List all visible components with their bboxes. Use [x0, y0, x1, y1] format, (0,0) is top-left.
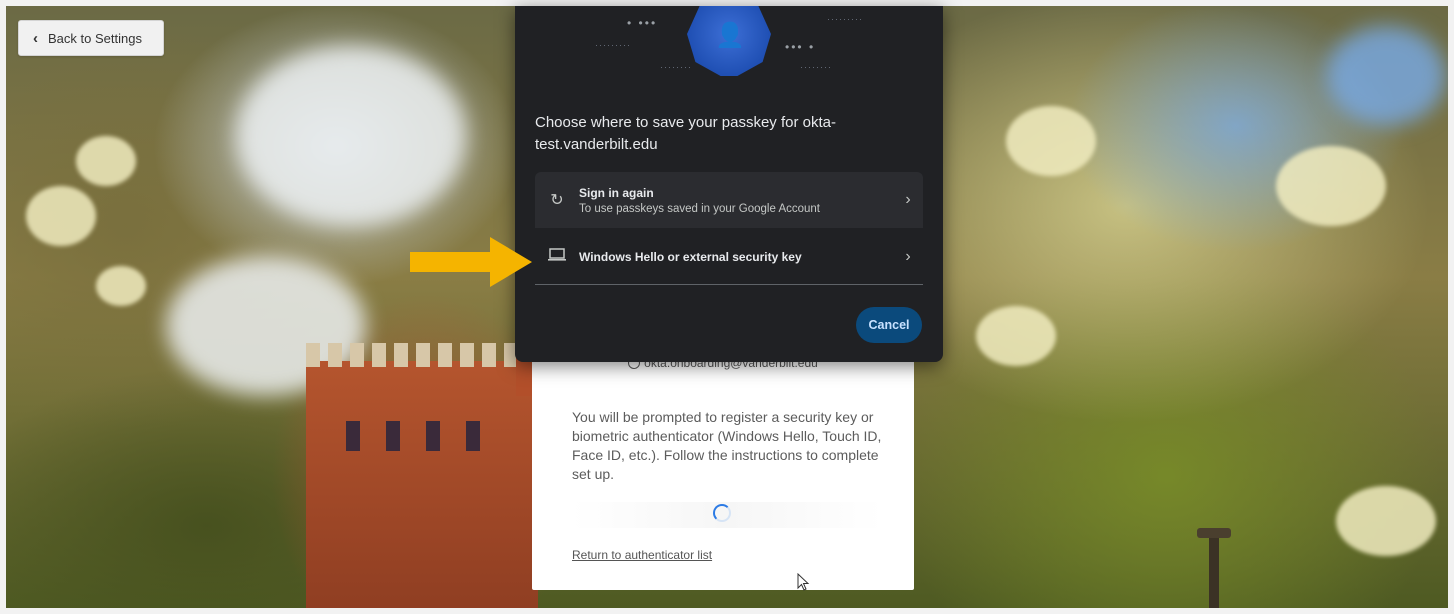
- instructions-text: You will be prompted to register a secur…: [572, 409, 882, 482]
- divider: [535, 284, 923, 285]
- laptop-icon: [535, 247, 579, 267]
- option-windows-hello[interactable]: Windows Hello or external security key ›: [535, 230, 923, 284]
- dialog-hero: • ••• ········· ········ 👤 ••• • ·······…: [515, 6, 943, 86]
- return-to-authenticator-list-link[interactable]: Return to authenticator list: [572, 548, 712, 562]
- chevron-left-icon: ‹: [33, 29, 38, 47]
- loading-spinner-icon: [713, 504, 731, 522]
- back-to-settings-label: Back to Settings: [48, 30, 142, 46]
- chevron-right-icon: ›: [905, 248, 911, 265]
- campus-tower: [306, 343, 538, 608]
- passkey-person-key-icon: 👤: [715, 22, 745, 49]
- chevron-right-icon: ›: [905, 191, 911, 208]
- option-sign-in-again-subtitle: To use passkeys saved in your Google Acc…: [579, 202, 821, 215]
- option-sign-in-again[interactable]: ↻ Sign in again To use passkeys saved in…: [535, 172, 923, 228]
- dialog-title: Choose where to save your passkey for ok…: [535, 114, 836, 153]
- lamp-post: [1197, 528, 1231, 608]
- cancel-button[interactable]: Cancel: [856, 307, 922, 343]
- back-to-settings-button[interactable]: ‹ Back to Settings: [18, 20, 164, 56]
- pointer-arrow-icon: [410, 237, 532, 287]
- sync-icon: ↻: [550, 192, 564, 209]
- option-windows-hello-title: Windows Hello or external security key: [579, 250, 802, 264]
- mouse-cursor-icon: [797, 573, 810, 591]
- okta-enrollment-card: okta.onboarding@vanderbilt.edu You will …: [532, 342, 914, 590]
- option-sign-in-again-title: Sign in again: [579, 185, 654, 200]
- passkey-save-dialog: • ••• ········· ········ 👤 ••• • ·······…: [515, 6, 943, 362]
